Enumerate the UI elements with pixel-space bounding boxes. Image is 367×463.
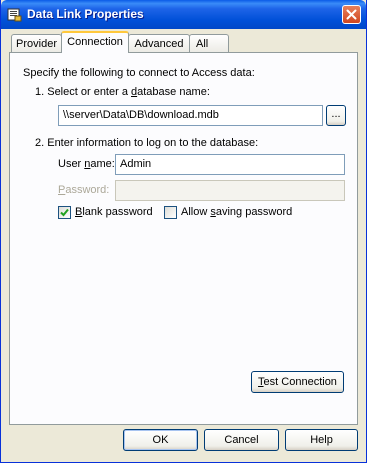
tab-provider[interactable]: Provider bbox=[11, 34, 62, 52]
help-label: Help bbox=[310, 434, 333, 446]
step2-label: 2. Enter information to log on to the da… bbox=[35, 137, 259, 149]
tab-label: Connection bbox=[67, 36, 123, 48]
cancel-label: Cancel bbox=[224, 434, 259, 446]
database-name-value: \\server\Data\DB\download.mdb bbox=[63, 109, 219, 121]
blank-password-checkbox[interactable] bbox=[58, 206, 71, 219]
ok-label: OK bbox=[152, 434, 169, 446]
username-field[interactable]: Admin bbox=[115, 154, 345, 175]
password-field[interactable] bbox=[115, 180, 345, 201]
intro-text: Specify the following to connect to Acce… bbox=[23, 67, 255, 79]
data-link-icon bbox=[7, 8, 22, 22]
cancel-button[interactable]: Cancel bbox=[204, 429, 279, 451]
tab-advanced[interactable]: Advanced bbox=[128, 34, 190, 52]
test-connection-button[interactable]: Test Connection bbox=[251, 371, 344, 393]
password-label: Password: bbox=[58, 184, 110, 196]
close-button[interactable] bbox=[342, 5, 361, 24]
close-icon bbox=[346, 9, 357, 20]
tab-connection[interactable]: Connection bbox=[61, 31, 129, 53]
tab-all[interactable]: All bbox=[189, 34, 229, 52]
blank-password-label[interactable]: Blank password bbox=[75, 206, 153, 218]
database-name-input[interactable]: \\server\Data\DB\download.mdb bbox=[58, 105, 323, 126]
data-link-properties-window: Data Link Properties Provider Connection… bbox=[0, 0, 367, 463]
tab-label: Provider bbox=[16, 38, 57, 50]
browse-label: ... bbox=[331, 108, 341, 120]
username-value: Admin bbox=[120, 158, 152, 170]
window-title: Data Link Properties bbox=[27, 7, 144, 21]
step1-label: 1. Select or enter a database name: bbox=[35, 86, 210, 98]
help-button[interactable]: Help bbox=[285, 429, 358, 451]
username-label: User name: bbox=[58, 158, 115, 170]
checkmark-icon bbox=[60, 208, 69, 217]
tab-label: All bbox=[196, 38, 209, 50]
dialog-client-area: Provider Connection Advanced All Specify… bbox=[4, 29, 363, 459]
connection-tab-panel: Specify the following to connect to Acce… bbox=[9, 52, 358, 425]
allow-saving-password-checkbox[interactable] bbox=[164, 206, 177, 219]
tab-label: Advanced bbox=[134, 38, 184, 50]
allow-saving-password-label[interactable]: Allow saving password bbox=[181, 206, 292, 218]
title-bar[interactable]: Data Link Properties bbox=[1, 0, 366, 29]
ok-button[interactable]: OK bbox=[123, 429, 198, 451]
browse-button[interactable]: ... bbox=[326, 105, 346, 126]
